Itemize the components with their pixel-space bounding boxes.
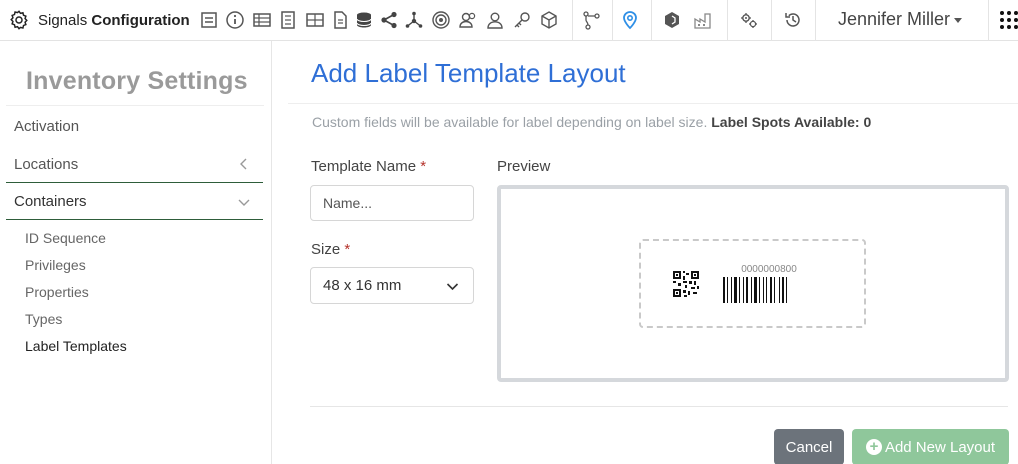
top-navbar: Signals Configuration Jennifer Miller	[0, 0, 1018, 41]
sidebar-item-activation[interactable]: Activation	[6, 107, 263, 145]
app-name: Signals	[38, 11, 88, 29]
file-icon[interactable]	[329, 9, 351, 31]
apps-grid-icon[interactable]	[1000, 11, 1018, 31]
notice-text: Custom fields will be available for labe…	[312, 114, 708, 130]
share-icon[interactable]	[378, 9, 400, 31]
sidebar-subitem-label-templates[interactable]: Label Templates	[25, 338, 127, 354]
sidebar-item-label: Activation	[14, 117, 80, 135]
info-notice: Custom fields will be available for labe…	[312, 114, 871, 130]
sidebar-subitem-privileges[interactable]: Privileges	[25, 257, 86, 273]
required-mark: *	[344, 241, 351, 258]
network-icon[interactable]	[403, 9, 425, 31]
hexagon-icon[interactable]	[661, 9, 683, 31]
cancel-button[interactable]: Cancel	[774, 429, 844, 464]
gears-icon[interactable]	[738, 9, 760, 31]
document-list-icon[interactable]	[277, 9, 299, 31]
page-title: Add Label Template Layout	[311, 58, 626, 88]
sidebar-item-containers[interactable]: Containers	[6, 182, 263, 220]
map-pin-icon[interactable]	[619, 9, 641, 31]
sidebar-item-label: Locations	[14, 155, 79, 173]
factory-icon[interactable]	[692, 9, 714, 31]
add-new-layout-button[interactable]: + Add New Layout	[852, 429, 1009, 464]
table-icon[interactable]	[251, 9, 273, 31]
database-icon[interactable]	[353, 9, 375, 31]
template-name-label: Template Name *	[311, 158, 427, 175]
chevron-down-icon	[238, 199, 250, 206]
users-icon[interactable]	[457, 9, 479, 31]
add-new-layout-label: Add New Layout	[884, 438, 996, 456]
qr-code-icon	[673, 271, 699, 297]
brand[interactable]: Signals Configuration	[8, 8, 190, 32]
plus-circle-icon: +	[865, 439, 882, 455]
sidebar-subitem-types[interactable]: Types	[25, 311, 62, 327]
preview-label: Preview	[497, 158, 551, 175]
sidebar-subitem-properties[interactable]: Properties	[25, 284, 89, 300]
sidebar-subitem-id-sequence[interactable]: ID Sequence	[25, 230, 106, 246]
history-icon[interactable]	[782, 9, 804, 31]
key-icon[interactable]	[511, 9, 533, 31]
user-name: Jennifer Miller	[838, 9, 951, 29]
user-icon[interactable]	[484, 9, 506, 31]
form-icon[interactable]	[198, 9, 220, 31]
grid-table-icon[interactable]	[304, 9, 326, 31]
caret-down-icon	[954, 17, 963, 23]
sidebar-title: Inventory Settings	[26, 67, 248, 95]
info-icon[interactable]	[224, 9, 246, 31]
chevron-left-icon	[240, 158, 247, 170]
user-menu[interactable]: Jennifer Miller	[838, 9, 963, 30]
divider	[310, 406, 1008, 407]
settings-gear-icon	[10, 10, 28, 30]
divider	[288, 103, 1018, 104]
cube-icon[interactable]	[538, 9, 560, 31]
chevron-down-icon	[446, 283, 459, 291]
app-name-bold: Configuration	[91, 11, 190, 29]
template-name-input[interactable]	[310, 185, 474, 221]
workflow-icon[interactable]	[580, 9, 602, 31]
size-label: Size *	[311, 241, 351, 258]
size-select-value: 48 x 16 mm	[323, 277, 402, 294]
sidebar-item-label: Containers	[14, 192, 87, 210]
sidebar-item-locations[interactable]: Locations	[6, 145, 263, 183]
settings-sidebar: Inventory Settings Activation Locations …	[0, 41, 272, 464]
target-icon[interactable]	[430, 9, 452, 31]
barcode-number: 0000000800	[741, 264, 797, 275]
size-select[interactable]: 48 x 16 mm	[310, 267, 474, 304]
required-mark: *	[420, 158, 427, 175]
barcode-graphic	[723, 277, 787, 303]
label-spots-available: Label Spots Available: 0	[711, 114, 872, 130]
